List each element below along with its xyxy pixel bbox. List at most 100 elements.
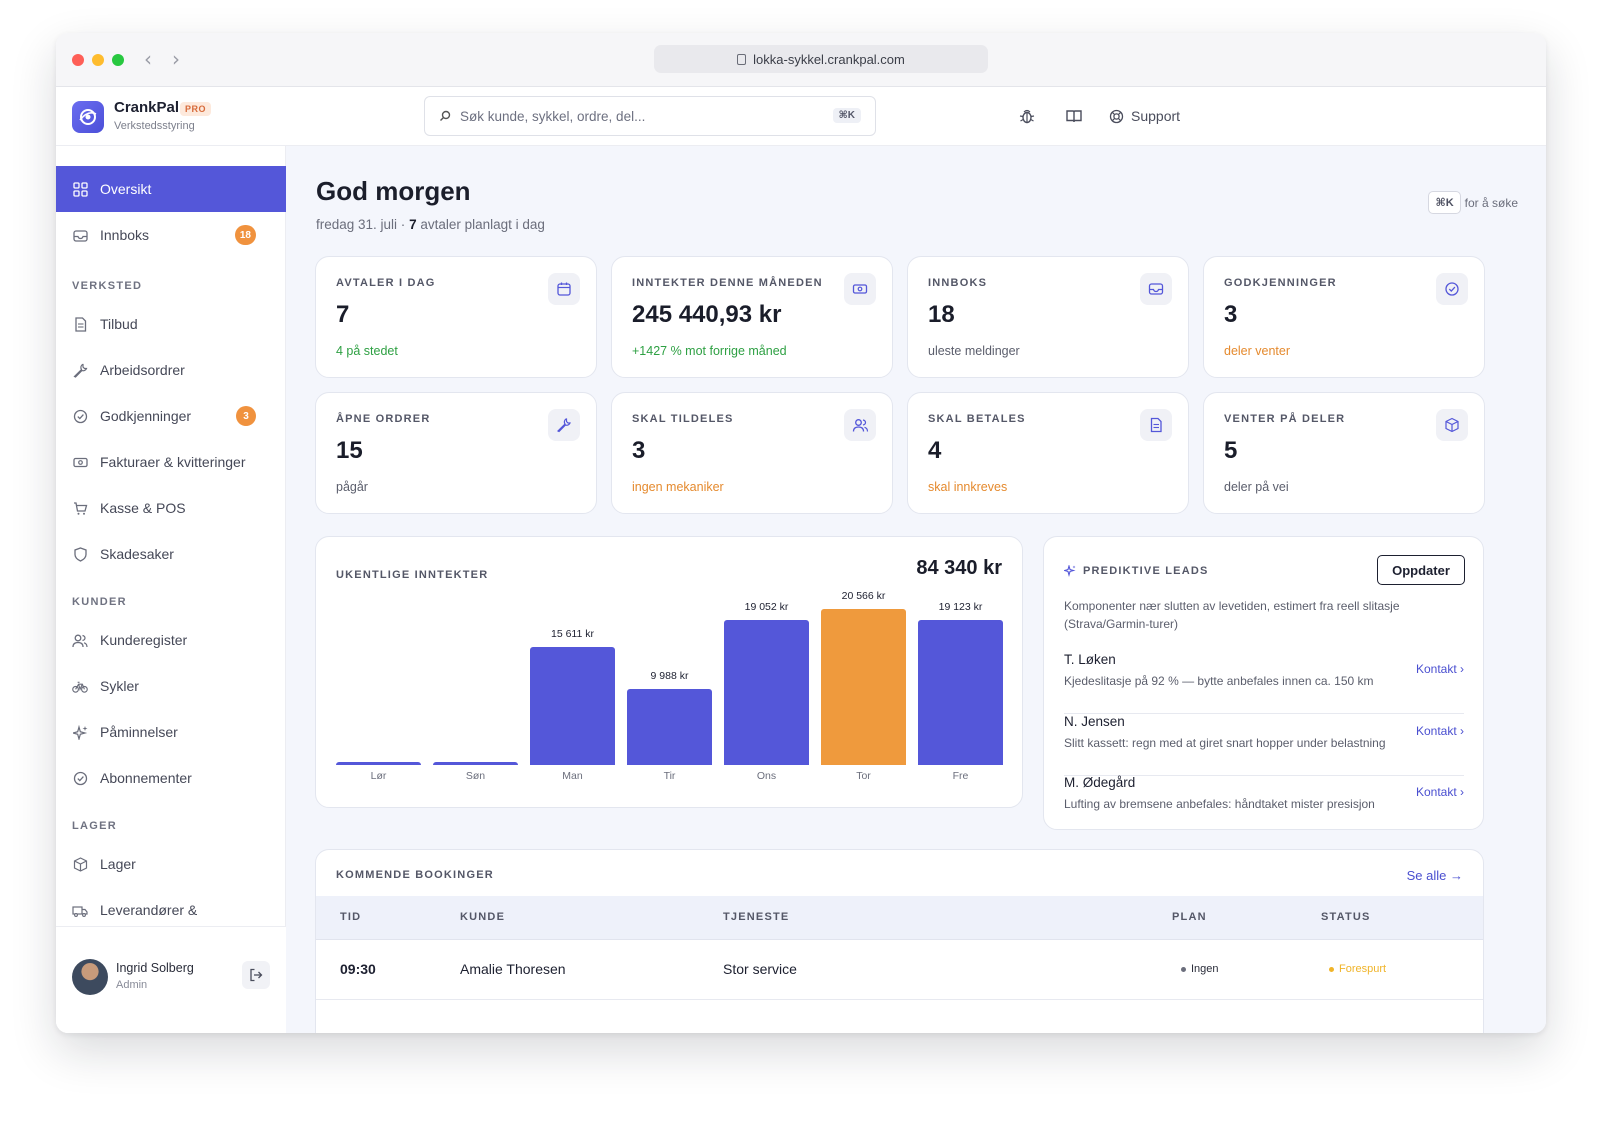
chart-bar[interactable] xyxy=(336,762,421,765)
kpi-value: 18 xyxy=(928,301,955,328)
kpi-card-to-assign[interactable]: SKAL TILDELES 3 ingen mekaniker xyxy=(611,392,893,514)
pro-badge: PRO xyxy=(180,102,212,116)
kpi-note: 4 på stedet xyxy=(336,344,398,358)
column-header[interactable]: KUNDE xyxy=(460,911,505,923)
sidebar-item-paminnelser[interactable]: Påminnelser xyxy=(56,709,286,755)
lead-contact-link[interactable]: Kontakt › xyxy=(1416,662,1464,676)
logout-icon xyxy=(250,968,263,982)
back-arrow-icon[interactable]: ‹ xyxy=(144,47,152,71)
appointments-suffix: avtaler planlagt i dag xyxy=(416,217,545,232)
kpi-label: GODKJENNINGER xyxy=(1224,277,1337,289)
kpi-label: INNBOKS xyxy=(928,277,988,289)
table-row[interactable]: 09:30 Amalie Thoresen Stor service Ingen… xyxy=(316,940,1483,1000)
column-header[interactable]: TJENESTE xyxy=(723,911,789,923)
kpi-card-revenue[interactable]: INNTEKTER DENNE MÅNEDEN 245 440,93 kr +1… xyxy=(611,256,893,378)
kpi-note: pågår xyxy=(336,480,368,494)
calendar-icon xyxy=(548,273,580,305)
close-window-button[interactable] xyxy=(72,54,84,66)
lead-item: M. Ødegård Lufting av bremsene anbefales… xyxy=(1064,775,1464,811)
kpi-value: 4 xyxy=(928,437,942,464)
app-name: CrankPal xyxy=(114,99,180,116)
user-profile[interactable]: Ingrid Solberg Admin xyxy=(56,926,286,1033)
search-input[interactable]: Søk kunde, sykkel, ordre, del... xyxy=(460,109,645,124)
date-text: fredag 31. juli · xyxy=(316,217,410,232)
kpi-card-appointments[interactable]: AVTALER I DAG 7 4 på stedet xyxy=(315,256,597,378)
document-icon xyxy=(72,316,88,332)
book-icon[interactable] xyxy=(1065,107,1083,125)
chart-x-label: Lør xyxy=(370,770,387,782)
plan-text: Ingen xyxy=(1191,963,1219,975)
sidebar-item-oversikt[interactable]: Oversikt xyxy=(56,166,286,212)
user-name: Ingrid Solberg xyxy=(116,961,194,975)
sidebar-item-arbeidsordrer[interactable]: Arbeidsordrer xyxy=(56,347,286,393)
bug-icon[interactable] xyxy=(1018,107,1036,125)
upcoming-bookings-table: KOMMENDE BOOKINGER Se alle → TID KUNDE T… xyxy=(315,849,1484,1033)
lead-name: N. Jensen xyxy=(1064,714,1125,729)
sidebar-item-skadesaker[interactable]: Skadesaker xyxy=(56,531,286,577)
see-all-link[interactable]: Se alle → xyxy=(1407,868,1463,883)
forward-arrow-icon[interactable]: › xyxy=(172,47,180,71)
kpi-card-waiting-parts[interactable]: VENTER PÅ DELER 5 deler på vei xyxy=(1203,392,1485,514)
lifebuoy-icon[interactable] xyxy=(1109,109,1124,124)
sidebar-item-label: Arbeidsordrer xyxy=(100,362,185,378)
chart-bar[interactable] xyxy=(821,609,906,765)
section-title: KUNDER xyxy=(72,596,127,608)
support-link[interactable]: Support xyxy=(1131,108,1180,124)
leads-title: PREDIKTIVE LEADS xyxy=(1083,565,1209,577)
sidebar-item-kasse[interactable]: Kasse & POS xyxy=(56,485,286,531)
column-header[interactable]: PLAN xyxy=(1172,911,1207,923)
unread-badge: 18 xyxy=(234,225,256,245)
crankpal-logo-icon[interactable] xyxy=(72,101,104,133)
predictive-leads-panel: PREDIKTIVE LEADS Oppdater Komponenter næ… xyxy=(1043,536,1484,830)
chart-value-label: 15 611 kr xyxy=(551,628,594,640)
appointments-count: 7 xyxy=(409,217,417,232)
wrench-icon xyxy=(72,362,88,378)
bike-icon xyxy=(72,678,88,694)
chart-x-label: Man xyxy=(562,770,583,782)
kpi-card-approvals[interactable]: GODKJENNINGER 3 deler venter xyxy=(1203,256,1485,378)
kpi-card-inbox[interactable]: INNBOKS 18 uleste meldinger xyxy=(907,256,1189,378)
chart-bar[interactable] xyxy=(918,620,1003,765)
minimize-window-button[interactable] xyxy=(92,54,104,66)
sidebar-item-lager[interactable]: Lager xyxy=(56,841,286,887)
kpi-note: +1427 % mot forrige måned xyxy=(632,344,787,358)
sidebar-item-abonnementer[interactable]: Abonnementer xyxy=(56,755,286,801)
chart-bar[interactable] xyxy=(724,620,809,765)
kpi-note: deler venter xyxy=(1224,344,1291,358)
sidebar-item-kunderegister[interactable]: Kunderegister xyxy=(56,617,286,663)
chart-x-label: Tor xyxy=(856,770,871,782)
sidebar-item-tilbud[interactable]: Tilbud xyxy=(56,301,286,347)
logout-button[interactable] xyxy=(242,961,270,989)
check-circle-icon xyxy=(1436,273,1468,305)
chart-bar[interactable] xyxy=(530,647,615,765)
global-search[interactable]: Søk kunde, sykkel, ordre, del... ⌘K xyxy=(424,96,876,136)
sidebar-item-godkjenninger[interactable]: Godkjenninger 3 xyxy=(56,393,286,439)
sidebar-item-sykler[interactable]: Sykler xyxy=(56,663,286,709)
kpi-value: 15 xyxy=(336,437,363,464)
lead-name: T. Løken xyxy=(1064,652,1116,667)
column-header[interactable]: STATUS xyxy=(1321,911,1371,923)
sidebar-item-label: Fakturaer & kvitteringer xyxy=(100,454,246,470)
kpi-label: ÅPNE ORDRER xyxy=(336,413,431,425)
document-icon xyxy=(1140,409,1172,441)
maximize-window-button[interactable] xyxy=(112,54,124,66)
address-bar[interactable]: lokka-sykkel.crankpal.com xyxy=(654,45,988,73)
sidebar-item-label: Godkjenninger xyxy=(100,408,192,424)
refresh-button[interactable]: Oppdater xyxy=(1377,555,1465,585)
chart-bar[interactable] xyxy=(627,689,712,765)
sparkle-icon xyxy=(72,724,88,740)
kpi-card-to-pay[interactable]: SKAL BETALES 4 skal innkreves xyxy=(907,392,1189,514)
chart-value-label: 19 052 kr xyxy=(744,601,789,613)
sidebar-item-innboks[interactable]: Innboks 18 xyxy=(56,212,286,258)
column-header[interactable]: TID xyxy=(340,911,361,923)
app-subtitle: Verkstedsstyring xyxy=(114,120,195,132)
banknote-icon xyxy=(844,273,876,305)
kpi-card-open-orders[interactable]: ÅPNE ORDRER 15 pågår xyxy=(315,392,597,514)
lead-contact-link[interactable]: Kontakt › xyxy=(1416,785,1464,799)
sidebar-item-fakturaer[interactable]: Fakturaer & kvitteringer xyxy=(56,439,286,485)
lead-name: M. Ødegård xyxy=(1064,775,1136,790)
status-dot xyxy=(1329,966,1334,972)
lead-contact-link[interactable]: Kontakt › xyxy=(1416,724,1464,738)
kpi-label: SKAL TILDELES xyxy=(632,413,734,425)
chart-bar[interactable] xyxy=(433,762,518,765)
